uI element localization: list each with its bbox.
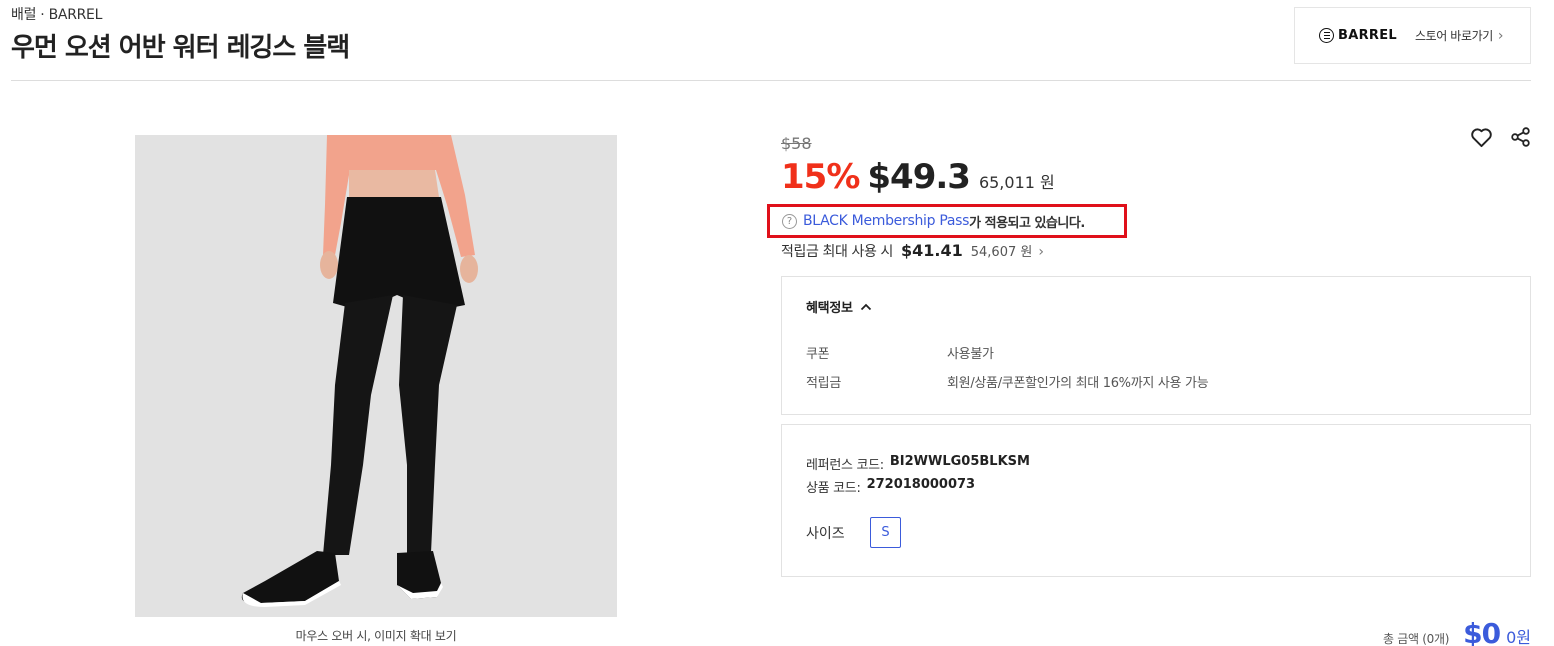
brand-logo-mark-icon <box>1319 28 1334 43</box>
chevron-right-icon: › <box>1497 27 1504 44</box>
brand-logo-text: BARREL <box>1338 28 1397 43</box>
points-price-usd: $41.41 <box>901 241 963 260</box>
total-amount-won: 0원 <box>1506 628 1531 646</box>
membership-notice: ? BLACK Membership Pass 가 적용되고 있습니다. <box>767 204 1127 238</box>
product-code-value: 272018000073 <box>866 477 976 492</box>
chevron-right-icon: › <box>1038 244 1044 260</box>
store-shortcut-label: 스토어 바로가기 <box>1414 29 1493 43</box>
total-amount-usd: $0 <box>1463 617 1501 646</box>
heart-icon <box>1470 127 1492 147</box>
points-label: 적립금 최대 사용 시 <box>781 244 893 260</box>
benefit-value: 사용불가 <box>947 347 994 362</box>
share-icon <box>1511 127 1530 147</box>
points-price-won: 54,607 원 <box>970 245 1033 260</box>
reference-code-label: 레퍼런스 코드: <box>806 458 884 473</box>
header-divider <box>11 80 1531 81</box>
membership-notice-text: 가 적용되고 있습니다. <box>969 215 1085 231</box>
size-label: 사이즈 <box>806 526 845 542</box>
product-image[interactable] <box>135 135 617 617</box>
benefit-key: 적립금 <box>806 376 841 391</box>
product-detail-panel: 레퍼런스 코드: BI2WWLG05BLKSM 상품 코드: 272018000… <box>781 424 1531 577</box>
membership-pass-link[interactable]: BLACK Membership Pass <box>803 213 969 229</box>
sale-price: $49.3 <box>867 157 971 197</box>
wishlist-button[interactable] <box>1469 125 1493 149</box>
store-shortcut-link[interactable]: 스토어 바로가기 › <box>1414 27 1504 44</box>
size-option-s[interactable]: S <box>870 517 901 548</box>
caret-up-icon <box>860 303 871 310</box>
original-price: $58 <box>781 134 812 153</box>
benefit-info-title: 혜택정보 <box>806 301 853 316</box>
sale-price-won: 65,011 원 <box>978 173 1055 192</box>
benefit-row-points: 적립금 회원/상품/쿠폰할인가의 최대 16%까지 사용 가능 <box>806 372 1209 391</box>
price-row: 15% $49.3 65,011 원 <box>781 157 1055 197</box>
brand-logo: BARREL <box>1319 28 1397 43</box>
help-circle-icon[interactable]: ? <box>782 213 797 229</box>
discount-rate: 15% <box>781 157 860 197</box>
store-link-box[interactable]: BARREL 스토어 바로가기 › <box>1294 7 1531 64</box>
breadcrumb[interactable]: 배럴 · BARREL <box>11 4 102 24</box>
reference-code-value: BI2WWLG05BLKSM <box>889 454 1030 469</box>
benefit-info-panel: 혜택정보 쿠폰 사용불가 적립금 회원/상품/쿠폰할인가의 최대 16%까지 사… <box>781 276 1531 415</box>
benefit-info-toggle[interactable]: 혜택정보 <box>806 297 872 316</box>
product-code-row: 상품 코드: 272018000073 <box>806 477 975 496</box>
product-photo-illustration <box>135 135 617 617</box>
points-price-row[interactable]: 적립금 최대 사용 시 $41.41 54,607 원 › <box>781 241 1044 261</box>
share-button[interactable] <box>1509 125 1533 149</box>
benefit-key: 쿠폰 <box>806 347 830 362</box>
product-code-label: 상품 코드: <box>806 481 861 496</box>
total-amount-label: 총 금액 (0개) <box>1383 632 1450 646</box>
image-zoom-caption: 마우스 오버 시, 이미지 확대 보기 <box>295 629 457 643</box>
reference-code-row: 레퍼런스 코드: BI2WWLG05BLKSM <box>806 454 1030 473</box>
benefit-row-coupon: 쿠폰 사용불가 <box>806 343 994 362</box>
benefit-value: 회원/상품/쿠폰할인가의 최대 16%까지 사용 가능 <box>947 376 1209 391</box>
total-amount-row: 총 금액 (0개) $0 0원 <box>1383 617 1531 646</box>
page-title: 우먼 오션 어반 워터 레깅스 블랙 <box>11 33 350 63</box>
